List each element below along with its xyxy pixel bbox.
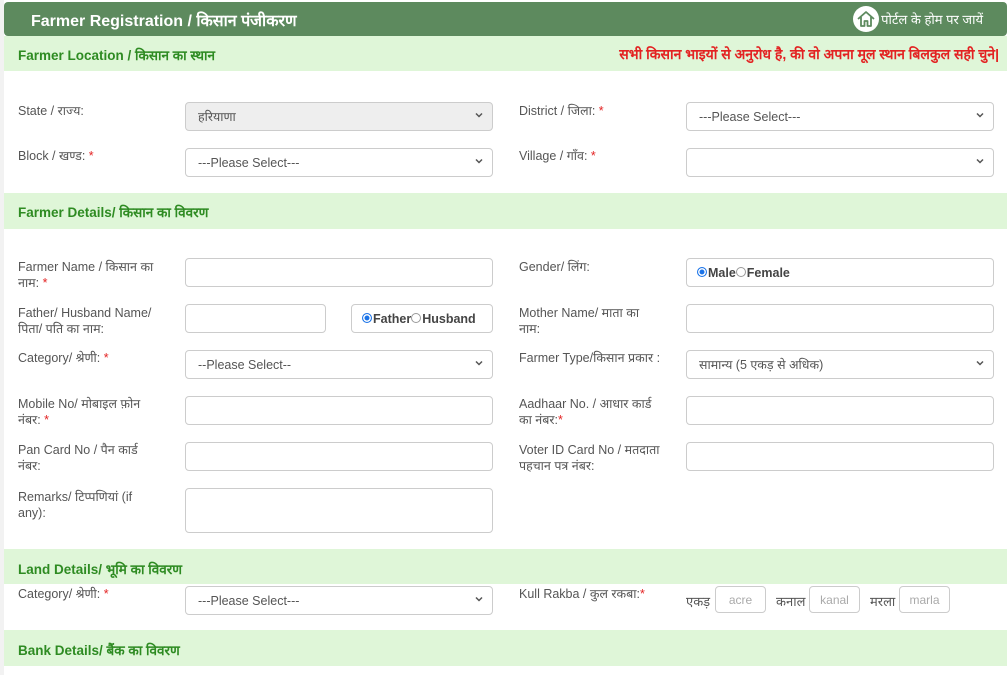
kanal-input[interactable]: kanal — [809, 586, 860, 613]
pan-input[interactable] — [185, 442, 493, 471]
kanal-placeholder: kanal — [820, 592, 849, 607]
relation-radio-group: Father Husband — [351, 304, 493, 333]
acre-placeholder: acre — [728, 592, 753, 607]
section-title: Bank Details/ बैंक का विवरण — [18, 643, 180, 658]
kanal-label: कनाल — [776, 594, 806, 609]
section-land-details: Land Details/ भूमि का विवरण — [4, 549, 1007, 584]
pan-label: Pan Card No / पैन कार्ड नंबर: — [18, 443, 138, 473]
home-link-label: पोर्टल के होम पर जायें — [881, 12, 983, 27]
chevron-down-icon — [976, 158, 984, 164]
category-select[interactable]: --Please Select-- — [185, 350, 493, 379]
acre-label: एकड़ — [686, 594, 711, 609]
farmer-type-value: सामान्य (5 एकड़ से अधिक) — [699, 358, 824, 372]
farmer-name-input[interactable] — [185, 258, 493, 287]
father-name-label: Father/ Husband Name/पिता/ पति का नाम: — [18, 306, 152, 336]
aadhaar-label: Aadhaar No. / आधार कार्ड का नंबर:* — [519, 397, 652, 427]
section-title: Farmer Location / किसान का स्थान — [18, 48, 215, 63]
state-label: State / राज्य: — [18, 104, 84, 118]
section-farmer-details: Farmer Details/ किसान का विवरण — [4, 193, 1007, 229]
location-notice: सभी किसान भाइयों से अनुरोध है, की वो अपन… — [619, 46, 999, 62]
voter-id-label: Voter ID Card No / मतदाता पहचान पत्र नंबर… — [519, 443, 660, 473]
block-label: Block / खण्ड: * — [18, 149, 94, 163]
relation-father-radio[interactable] — [362, 312, 372, 323]
gender-female-radio[interactable] — [735, 266, 746, 277]
gender-male-label: Male — [708, 265, 736, 280]
section-title: Farmer Details/ किसान का विवरण — [18, 205, 209, 220]
relation-father-label: Father — [373, 311, 412, 326]
section-title: Land Details/ भूमि का विवरण — [18, 562, 182, 577]
village-label: Village / गाँव: * — [519, 149, 596, 163]
state-select[interactable]: हरियाणा — [185, 102, 493, 131]
marla-input[interactable]: marla — [899, 586, 950, 613]
voter-id-input[interactable] — [686, 442, 994, 471]
district-select[interactable]: ---Please Select--- — [686, 102, 994, 131]
portal-home-link[interactable]: पोर्टल के होम पर जायें — [853, 6, 983, 32]
block-select[interactable]: ---Please Select--- — [185, 148, 493, 177]
gender-radio-group: Male Female — [686, 258, 994, 287]
category-value: --Please Select-- — [198, 357, 292, 372]
mother-name-input[interactable] — [686, 304, 994, 333]
mother-name-label: Mother Name/ माता का नाम: — [519, 306, 640, 336]
state-value: हरियाणा — [198, 110, 236, 124]
gender-label: Gender/ लिंग: — [519, 260, 590, 274]
chevron-down-icon — [475, 360, 483, 366]
district-label: District / जिला: * — [519, 104, 604, 118]
father-name-input[interactable] — [185, 304, 326, 333]
land-category-label: Category/ श्रेणी: * — [18, 587, 109, 601]
farmer-name-label: Farmer Name / किसान का नाम: * — [18, 260, 154, 290]
section-farmer-location: Farmer Location / किसान का स्थान सभी किस… — [4, 36, 1007, 71]
kull-rakba-label: Kull Rakba / कुल रकबा:* — [519, 587, 645, 601]
home-icon — [853, 6, 880, 32]
chevron-down-icon — [475, 596, 483, 602]
farmer-type-select[interactable]: सामान्य (5 एकड़ से अधिक) — [686, 350, 994, 379]
chevron-down-icon — [976, 360, 984, 366]
block-value: ---Please Select--- — [198, 155, 300, 170]
chevron-down-icon — [475, 112, 483, 118]
gender-male-radio[interactable] — [697, 266, 707, 277]
marla-placeholder: marla — [909, 592, 940, 607]
chevron-down-icon — [976, 112, 984, 118]
chevron-down-icon — [475, 158, 483, 164]
remarks-textarea[interactable] — [185, 488, 493, 533]
village-select[interactable] — [686, 148, 994, 177]
land-category-value: ---Please Select--- — [198, 593, 300, 608]
header-bar: Farmer Registration / किसान पंजीकरण पोर्… — [4, 2, 1007, 36]
remarks-label: Remarks/ टिप्पणियां (if any): — [18, 490, 133, 520]
land-category-select[interactable]: ---Please Select--- — [185, 586, 493, 615]
district-value: ---Please Select--- — [699, 109, 801, 124]
acre-input[interactable]: acre — [715, 586, 766, 613]
relation-husband-radio[interactable] — [411, 312, 422, 323]
marla-label: मरला — [870, 594, 896, 609]
category-label: Category/ श्रेणी: * — [18, 351, 109, 365]
farmer-type-label: Farmer Type/किसान प्रकार : — [519, 351, 661, 365]
section-bank-details: Bank Details/ बैंक का विवरण — [4, 630, 1007, 666]
mobile-label: Mobile No/ मोबाइल फ़ोन नंबर: * — [18, 397, 141, 427]
mobile-input[interactable] — [185, 396, 493, 425]
aadhaar-input[interactable] — [686, 396, 994, 425]
gender-female-label: Female — [746, 265, 790, 280]
registration-page: Farmer Registration / किसान पंजीकरण पोर्… — [4, 0, 1007, 675]
relation-husband-label: Husband — [422, 311, 476, 326]
page-title: Farmer Registration / किसान पंजीकरण — [31, 13, 297, 30]
